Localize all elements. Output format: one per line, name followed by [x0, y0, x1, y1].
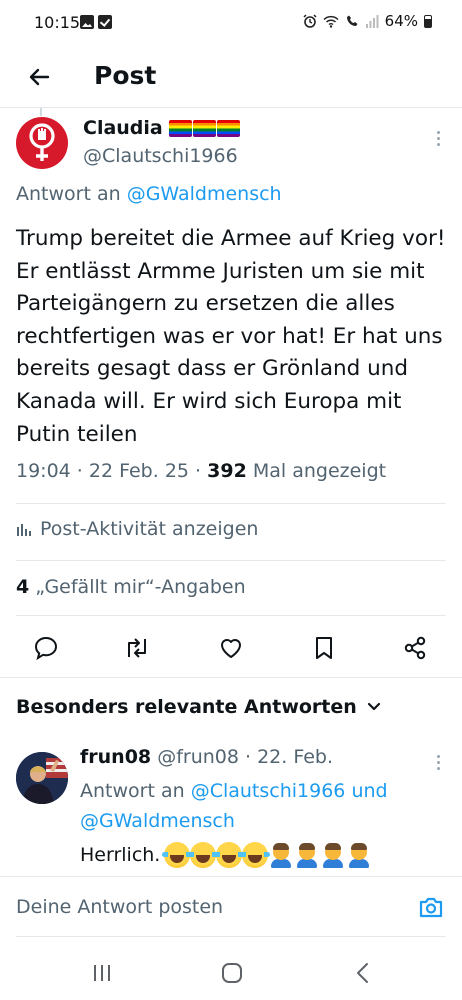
recents-icon[interactable] — [87, 958, 117, 988]
divider — [0, 876, 462, 877]
home-icon[interactable] — [217, 958, 247, 988]
thread-line — [40, 108, 42, 116]
reply-to-mention[interactable]: @GWaldmensch — [127, 183, 282, 205]
reply-author-handle[interactable]: @frun08 — [157, 746, 239, 768]
author-name[interactable]: Claudia — [83, 117, 163, 139]
more-options-icon[interactable] — [428, 128, 448, 148]
wifi-call-icon — [346, 15, 358, 26]
rainbow-flag-icon — [216, 119, 240, 137]
feminist-fist-icon — [29, 123, 55, 161]
post-time: 19:04 — [16, 460, 71, 482]
divider — [16, 560, 446, 561]
reply-to-label: Antwort an — [80, 780, 185, 802]
reply-author-name[interactable]: frun08 — [80, 746, 151, 768]
share-icon[interactable] — [399, 632, 431, 664]
rainbow-flags — [168, 119, 240, 137]
reply-to-label: Antwort an — [16, 183, 121, 205]
reply-compose-input[interactable]: Deine Antwort posten — [16, 896, 223, 918]
like-icon[interactable] — [215, 632, 247, 664]
divider — [16, 503, 446, 504]
facepalm-emoji — [346, 842, 372, 868]
post-date: 22 Feb. 25 — [88, 460, 190, 482]
facepalm-emoji — [294, 842, 320, 868]
reply-header: frun08 @frun08 · 22. Feb. — [80, 746, 334, 768]
reply-avatar[interactable] — [16, 752, 68, 804]
bookmark-icon[interactable] — [308, 632, 340, 664]
battery-icon — [424, 14, 432, 28]
post-meta: 19:04 · 22 Feb. 25 · 392 Mal angezeigt — [16, 460, 387, 482]
back-icon[interactable] — [348, 958, 378, 988]
header-divider — [0, 107, 462, 108]
compose-underline — [16, 936, 446, 937]
post-text: Trump bereitet die Armee auf Krieg vor! … — [16, 226, 446, 447]
top-app-bar: Post — [0, 50, 462, 104]
reply-icon[interactable] — [30, 632, 62, 664]
author-handle[interactable]: @Clautschi1966 — [83, 145, 238, 167]
system-nav-bar — [0, 944, 462, 1000]
reply-emojis — [162, 842, 372, 868]
chevron-down-icon — [367, 702, 380, 711]
reply-date: 22. Feb. — [257, 746, 334, 768]
checkbox-icon — [98, 15, 112, 29]
repost-icon[interactable] — [121, 632, 153, 664]
reply-to-and: und — [351, 780, 388, 802]
views-label: Mal angezeigt — [252, 460, 387, 482]
gallery-icon — [80, 15, 94, 29]
signal-icon — [365, 14, 379, 28]
facepalm-emoji — [320, 842, 346, 868]
camera-icon[interactable] — [416, 892, 446, 922]
alarm-icon — [303, 14, 317, 28]
avatar[interactable] — [16, 117, 68, 169]
laughing-crying-emoji — [162, 842, 193, 868]
divider — [16, 615, 446, 616]
rainbow-flag-icon — [192, 119, 216, 137]
likes-label: „Gefällt mir“-Angaben — [35, 576, 246, 598]
back-arrow-icon[interactable] — [24, 62, 54, 92]
laughing-crying-emoji — [188, 842, 219, 868]
laughing-crying-emoji — [214, 842, 245, 868]
reply-context: Antwort an @GWaldmensch — [16, 183, 282, 205]
activity-label: Post-Aktivität anzeigen — [40, 518, 259, 540]
reply-more-options-icon[interactable] — [428, 752, 448, 772]
status-bar: 10:15 64% — [0, 0, 462, 48]
analytics-icon — [17, 524, 31, 536]
facepalm-emoji — [268, 842, 294, 868]
battery-percentage: 64% — [384, 12, 418, 30]
reply-text: Herrlich. — [80, 842, 372, 868]
divider — [0, 677, 462, 678]
wifi-icon — [323, 15, 339, 28]
post-activity-link[interactable]: Post-Aktivität anzeigen — [16, 518, 258, 540]
replies-sort-dropdown[interactable]: Besonders relevante Antworten — [16, 696, 381, 718]
laughing-crying-emoji — [240, 842, 271, 868]
reply-context: Antwort an @Clautschi1966 und @GWaldmens… — [80, 776, 430, 836]
action-bar — [0, 628, 462, 668]
status-time: 10:15 — [34, 13, 81, 32]
likes-link[interactable]: 4 „Gefällt mir“-Angaben — [16, 576, 246, 598]
views-count: 392 — [207, 460, 247, 482]
reply-to-mention[interactable]: @GWaldmensch — [80, 810, 235, 832]
replies-section-title: Besonders relevante Antworten — [16, 696, 357, 718]
reply-to-mention[interactable]: @Clautschi1966 — [191, 780, 346, 802]
reply-text-body: Herrlich. — [80, 844, 161, 866]
rainbow-flag-icon — [168, 119, 192, 137]
likes-count: 4 — [16, 576, 30, 598]
page-title: Post — [94, 61, 157, 90]
